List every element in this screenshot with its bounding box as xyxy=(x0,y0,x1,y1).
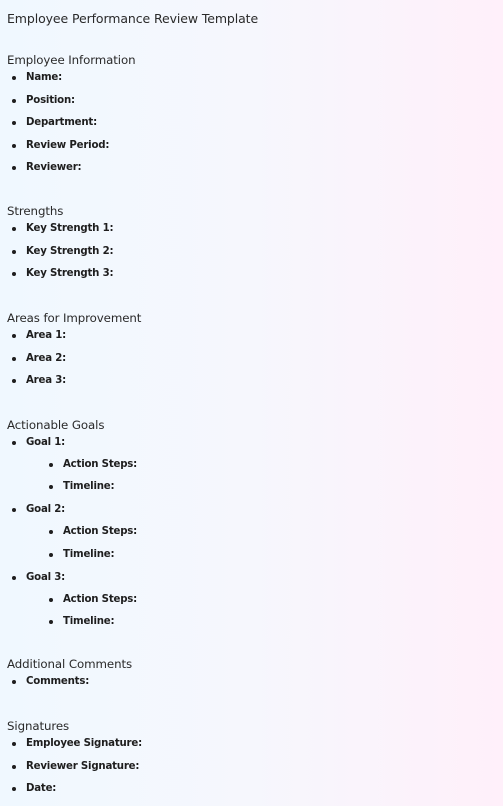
item-label: Name: xyxy=(26,72,62,83)
item-list: Employee Signature: Reviewer Signature: … xyxy=(7,737,487,796)
bullet-icon xyxy=(12,249,16,254)
list-item-goal: Goal 3: Action Steps: Timeline: xyxy=(7,571,487,629)
document-title: Employee Performance Review Template xyxy=(7,11,259,26)
bullet-icon xyxy=(12,121,16,126)
sub-item-label: Timeline: xyxy=(63,616,115,628)
item-label: Review Period: xyxy=(26,139,110,151)
list-item-goal: Goal 2: Action Steps: Timeline: xyxy=(7,503,487,561)
item-label: Goal 1: xyxy=(26,437,66,448)
item-label: Area 2: xyxy=(26,352,67,364)
item-list: Goal 1: Action Steps: Timeline: Goal 2: … xyxy=(7,436,487,629)
section-additional-comments: Additional Comments Comments: xyxy=(7,656,487,689)
bullet-icon xyxy=(49,463,53,467)
item-label: Date: xyxy=(26,783,57,795)
section-areas-for-improvement: Areas for Improvement Area 1: Area 2: Ar… xyxy=(7,310,487,388)
list-item: Comments: xyxy=(7,675,487,689)
bullet-icon xyxy=(12,764,16,769)
list-item: Review Period: xyxy=(7,139,487,153)
list-item: Position: xyxy=(7,94,487,108)
sub-list-item: Action Steps: xyxy=(26,458,487,472)
item-label: Reviewer: xyxy=(26,162,82,174)
sub-item-label: Action Steps: xyxy=(63,526,138,538)
sub-item-list: Action Steps: Timeline: xyxy=(26,593,487,629)
bullet-icon xyxy=(12,787,16,792)
sub-item-label: Action Steps: xyxy=(63,593,138,605)
sub-list-item: Timeline: xyxy=(26,615,487,629)
item-list: Name: Position: Department: Review Perio… xyxy=(7,71,487,175)
item-label: Area 3: xyxy=(26,375,67,387)
sub-item-label: Timeline: xyxy=(63,548,115,560)
item-label: Position: xyxy=(26,94,75,106)
bullet-icon xyxy=(12,227,16,231)
section-heading: Employee Information xyxy=(7,53,136,67)
item-label: Goal 3: xyxy=(26,571,66,583)
bullet-icon xyxy=(12,680,16,684)
item-label: Key Strength 3: xyxy=(26,268,114,280)
bullet-icon xyxy=(12,98,16,103)
bullet-icon xyxy=(12,143,16,148)
section-heading: Actionable Goals xyxy=(7,418,105,432)
list-item: Employee Signature: xyxy=(7,737,487,751)
list-item: Key Strength 2: xyxy=(7,245,487,259)
bullet-icon xyxy=(49,620,53,625)
sub-item-list: Action Steps: Timeline: xyxy=(26,458,487,494)
item-label: Employee Signature: xyxy=(26,738,142,749)
sub-list-item: Timeline: xyxy=(26,548,487,562)
item-list: Comments: xyxy=(7,675,487,689)
bullet-icon xyxy=(49,530,53,535)
section-heading: Strengths xyxy=(7,204,64,218)
list-item: Reviewer: xyxy=(7,161,487,175)
bullet-icon xyxy=(12,575,16,580)
item-list: Key Strength 1: Key Strength 2: Key Stre… xyxy=(7,222,487,281)
bullet-icon xyxy=(12,76,16,80)
bullet-icon xyxy=(12,166,16,171)
item-label: Goal 2: xyxy=(26,504,66,516)
list-item: Key Strength 1: xyxy=(7,222,487,236)
section-heading: Additional Comments xyxy=(7,657,133,671)
item-label: Comments: xyxy=(26,676,90,687)
list-item: Area 3: xyxy=(7,374,487,388)
bullet-icon xyxy=(49,485,53,490)
bullet-icon xyxy=(12,272,16,277)
item-label: Area 1: xyxy=(26,330,67,341)
bullet-icon xyxy=(12,334,16,338)
item-label: Key Strength 1: xyxy=(26,223,114,234)
section-heading: Signatures xyxy=(7,719,70,733)
list-item: Department: xyxy=(7,116,487,130)
list-item: Date: xyxy=(7,782,487,796)
list-item: Reviewer Signature: xyxy=(7,760,487,774)
sub-list-item: Action Steps: xyxy=(26,593,487,607)
bullet-icon xyxy=(49,552,53,557)
sub-item-label: Action Steps: xyxy=(63,459,138,470)
bullet-icon xyxy=(12,742,16,746)
list-item-goal: Goal 1: Action Steps: Timeline: xyxy=(7,436,487,494)
section-actionable-goals: Actionable Goals Goal 1: Action Steps: T… xyxy=(7,417,487,629)
bullet-icon xyxy=(12,441,16,445)
item-label: Key Strength 2: xyxy=(26,245,114,257)
sub-list-item: Timeline: xyxy=(26,480,487,494)
sub-list-item: Action Steps: xyxy=(26,525,487,539)
sub-item-label: Timeline: xyxy=(63,481,115,493)
section-employee-information: Employee Information Name: Position: Dep… xyxy=(7,52,487,175)
bullet-icon xyxy=(49,597,53,602)
list-item: Area 2: xyxy=(7,352,487,366)
section-signatures: Signatures Employee Signature: Reviewer … xyxy=(7,718,487,796)
bullet-icon xyxy=(12,379,16,384)
bullet-icon xyxy=(12,508,16,513)
section-heading: Areas for Improvement xyxy=(7,311,142,325)
section-strengths: Strengths Key Strength 1: Key Strength 2… xyxy=(7,203,487,281)
item-label: Reviewer Signature: xyxy=(26,760,140,772)
item-label: Department: xyxy=(26,117,97,129)
list-item: Area 1: xyxy=(7,329,487,343)
sub-item-list: Action Steps: Timeline: xyxy=(26,525,487,561)
item-list: Area 1: Area 2: Area 3: xyxy=(7,329,487,388)
list-item: Name: xyxy=(7,71,487,85)
bullet-icon xyxy=(12,356,16,361)
list-item: Key Strength 3: xyxy=(7,267,487,281)
